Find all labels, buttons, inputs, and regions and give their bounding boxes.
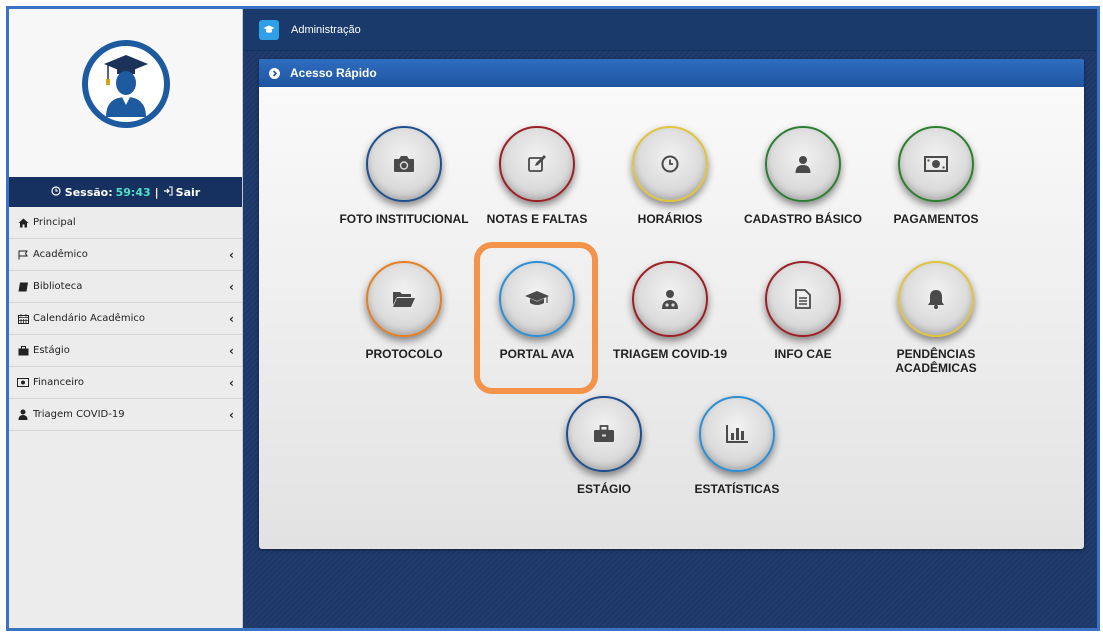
tile-label: NOTAS E FALTAS xyxy=(486,212,588,226)
sidebar: Sessão: 59:43 | Sair Principal Acadêmico… xyxy=(9,9,243,628)
graduate-logo-icon xyxy=(81,40,170,128)
chevron-circle-right-icon xyxy=(269,67,280,79)
logout-link[interactable]: Sair xyxy=(163,185,201,199)
tile-portal-ava[interactable]: PORTAL AVA xyxy=(472,261,602,361)
session-bar: Sessão: 59:43 | Sair xyxy=(9,177,242,207)
main-area: Administração Acesso Rápido FOTO INSTITU… xyxy=(243,9,1097,628)
bar-chart-icon xyxy=(699,396,775,472)
sidebar-item-calendario[interactable]: Calendário Acadêmico ‹ xyxy=(9,303,242,335)
tile-pagamentos[interactable]: PAGAMENTOS xyxy=(871,126,1001,226)
sidebar-item-label: Estágio xyxy=(33,345,70,356)
tile-cadastro-basico[interactable]: CADASTRO BÁSICO xyxy=(738,126,868,226)
tile-label: PORTAL AVA xyxy=(499,347,575,361)
sign-out-icon xyxy=(163,185,173,199)
tile-label: FOTO INSTITUCIONAL xyxy=(339,212,469,226)
camera-icon xyxy=(366,126,442,202)
money-icon xyxy=(17,377,29,389)
logout-label: Sair xyxy=(175,185,201,199)
chevron-left-icon: ‹ xyxy=(229,279,234,294)
sidebar-item-estagio[interactable]: Estágio ‹ xyxy=(9,335,242,367)
sidebar-item-label: Acadêmico xyxy=(33,249,88,260)
tile-info-cae[interactable]: INFO CAE xyxy=(738,261,868,361)
sidebar-item-label: Principal xyxy=(33,217,76,228)
briefcase-icon xyxy=(17,345,29,357)
chevron-left-icon: ‹ xyxy=(229,407,234,422)
tile-label: INFO CAE xyxy=(774,347,832,361)
logo-area xyxy=(9,9,242,177)
sidebar-item-label: Triagem COVID-19 xyxy=(33,409,125,420)
chevron-left-icon: ‹ xyxy=(229,247,234,262)
session-label: Sessão: xyxy=(64,185,113,199)
page-title: Administração xyxy=(291,23,361,36)
tile-pendencias-academicas[interactable]: PENDÊNCIAS ACADÊMICAS xyxy=(871,261,1001,375)
sidebar-item-principal[interactable]: Principal xyxy=(9,207,242,239)
home-icon xyxy=(17,217,29,229)
panel-header: Acesso Rápido xyxy=(259,59,1084,87)
tile-foto-institucional[interactable]: FOTO INSTITUCIONAL xyxy=(339,126,469,226)
sidebar-item-triagem[interactable]: Triagem COVID-19 ‹ xyxy=(9,399,242,431)
graduation-cap-icon xyxy=(259,19,279,40)
briefcase-icon xyxy=(566,396,642,472)
app-window: Sessão: 59:43 | Sair Principal Acadêmico… xyxy=(6,6,1100,631)
calendar-icon xyxy=(17,313,29,325)
top-bar: Administração xyxy=(243,9,1097,51)
chevron-left-icon: ‹ xyxy=(229,311,234,326)
tile-label: HORÁRIOS xyxy=(637,212,703,226)
sidebar-item-label: Biblioteca xyxy=(33,281,83,292)
chevron-left-icon: ‹ xyxy=(229,343,234,358)
user-icon xyxy=(765,126,841,202)
bell-icon xyxy=(898,261,974,337)
file-text-icon xyxy=(765,261,841,337)
tile-label: ESTATÍSTICAS xyxy=(694,482,780,496)
flag-icon xyxy=(17,249,29,261)
edit-icon xyxy=(499,126,575,202)
tile-label: CADASTRO BÁSICO xyxy=(743,212,862,226)
sidebar-item-financeiro[interactable]: Financeiro ‹ xyxy=(9,367,242,399)
clock-icon xyxy=(632,126,708,202)
tile-triagem-covid[interactable]: TRIAGEM COVID-19 xyxy=(605,261,735,361)
sidebar-item-label: Calendário Acadêmico xyxy=(33,313,145,324)
money-icon xyxy=(898,126,974,202)
tile-label: TRIAGEM COVID-19 xyxy=(612,347,727,361)
tile-label: PENDÊNCIAS ACADÊMICAS xyxy=(895,347,977,375)
book-icon xyxy=(17,281,29,293)
user-doctor-icon xyxy=(17,409,29,421)
sidebar-item-biblioteca[interactable]: Biblioteca ‹ xyxy=(9,271,242,303)
panel-title: Acesso Rápido xyxy=(290,66,377,80)
sidebar-item-academico[interactable]: Acadêmico ‹ xyxy=(9,239,242,271)
tile-label: PROTOCOLO xyxy=(365,347,443,361)
folder-open-icon xyxy=(366,261,442,337)
tile-notas-e-faltas[interactable]: NOTAS E FALTAS xyxy=(472,126,602,226)
tile-label: PAGAMENTOS xyxy=(893,212,979,226)
tile-estagio[interactable]: ESTÁGIO xyxy=(539,396,669,496)
tile-label: ESTÁGIO xyxy=(576,482,631,496)
graduation-cap-icon xyxy=(499,261,575,337)
quick-access-panel: Acesso Rápido FOTO INSTITUCIONAL NOTAS E… xyxy=(259,59,1084,549)
tile-estatisticas[interactable]: ESTATÍSTICAS xyxy=(672,396,802,496)
user-doctor-icon xyxy=(632,261,708,337)
chevron-left-icon: ‹ xyxy=(229,375,234,390)
clock-icon xyxy=(51,185,61,199)
tile-protocolo[interactable]: PROTOCOLO xyxy=(339,261,469,361)
sidebar-item-label: Financeiro xyxy=(33,377,85,388)
session-separator: | xyxy=(154,185,159,199)
tile-horarios[interactable]: HORÁRIOS xyxy=(605,126,735,226)
session-time: 59:43 xyxy=(115,185,151,199)
